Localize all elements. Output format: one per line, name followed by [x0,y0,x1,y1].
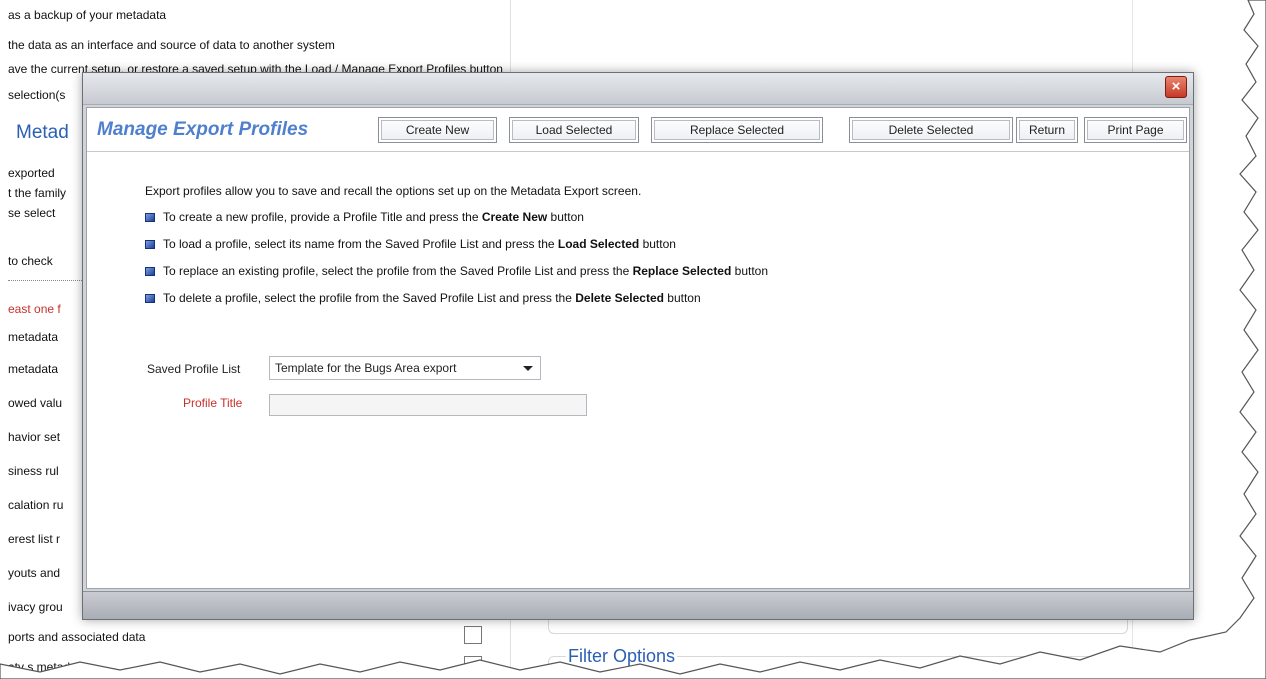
background-row: ports and associated data [8,630,146,644]
row-checkbox[interactable] [464,656,482,674]
bullet-icon [145,240,155,249]
background-row: havior set [8,430,61,444]
instruction-text: To replace an existing profile, select t… [163,264,633,278]
instruction-bold: Load Selected [557,237,640,251]
instruction-text: To create a new profile, provide a Profi… [163,210,482,224]
create-new-button[interactable]: Create New [378,117,497,143]
instruction-bold: Delete Selected [575,291,664,305]
dialog-title: Manage Export Profiles [97,119,309,140]
background-row-warning: east one f [8,302,61,316]
background-section-heading: Metad [16,122,69,143]
manage-export-profiles-dialog: × Manage Export Profiles Create New Load… [82,72,1194,620]
print-page-button[interactable]: Print Page [1084,117,1187,143]
instruction-bold: Create New [481,210,548,224]
replace-selected-button[interactable]: Replace Selected [651,117,823,143]
background-row: atv s metadata [8,660,87,674]
saved-profile-select[interactable]: Template for the Bugs Area export [269,356,541,380]
background-text-line: the data as an interface and source of d… [8,38,335,52]
instruction-item: To delete a profile, select the profile … [145,291,701,307]
background-row: exported [8,166,55,180]
bullet-icon [145,294,155,303]
dotted-divider [8,280,82,281]
bullet-icon [145,267,155,276]
filter-options-heading: Filter Options [566,646,678,667]
dialog-toolbar: Manage Export Profiles Create New Load S… [87,108,1189,152]
background-row: ivacy grou [8,600,63,614]
background-row: to check [8,254,53,268]
background-row: owed valu [8,396,63,410]
row-checkbox[interactable] [464,626,482,644]
load-selected-button[interactable]: Load Selected [509,117,639,143]
instruction-text: button [547,210,584,224]
background-row: erest list r [8,532,61,546]
instruction-bold: Replace Selected [632,264,732,278]
background-row: youts and [8,566,61,580]
background-row: se select [8,206,56,220]
bullet-icon [145,213,155,222]
delete-selected-button[interactable]: Delete Selected [849,117,1013,143]
dialog-footer [83,591,1193,619]
background-row: calation ru [8,498,64,512]
saved-profile-selected-value: Template for the Bugs Area export [275,361,457,375]
background-row: metadata [8,330,59,344]
background-row: metadata [8,362,59,376]
instruction-item: To load a profile, select its name from … [145,237,676,253]
dialog-content: Manage Export Profiles Create New Load S… [86,107,1190,589]
instruction-text: button [663,291,701,305]
instruction-text: button [639,237,676,251]
chevron-down-icon [523,366,533,371]
background-row: siness rul [8,464,59,478]
profile-title-input[interactable] [269,394,587,416]
return-button[interactable]: Return [1016,117,1078,143]
close-icon[interactable]: × [1165,76,1187,98]
background-text-line: selection(s [8,88,66,102]
background-row: t the family [8,186,67,200]
instruction-text: button [731,264,769,278]
dialog-titlebar[interactable]: × [83,73,1193,105]
instruction-text: To delete a profile, select the profile … [163,291,576,305]
intro-text: Export profiles allow you to save and re… [145,184,642,198]
instruction-item: To replace an existing profile, select t… [145,264,768,280]
background-text-line: as a backup of your metadata [8,8,167,22]
instruction-item: To create a new profile, provide a Profi… [145,210,584,226]
saved-profile-list-label: Saved Profile List [147,362,241,376]
profile-title-label: Profile Title [183,396,243,410]
instruction-text: To load a profile, select its name from … [163,237,558,251]
